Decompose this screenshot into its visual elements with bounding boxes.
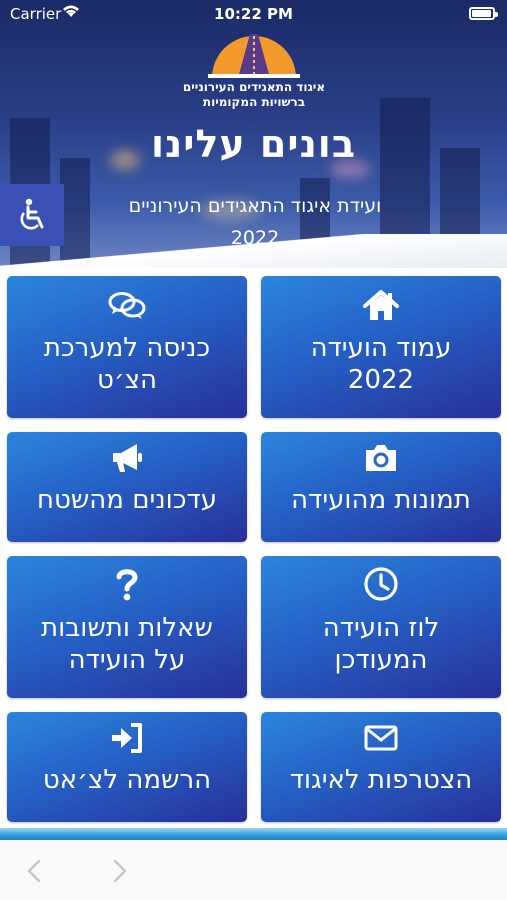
browser-toolbar bbox=[0, 840, 507, 900]
tile-label-line2: המעודכן bbox=[334, 645, 428, 675]
chat-icon bbox=[108, 292, 146, 319]
tile-label-line1: שאלות ותשובות bbox=[41, 613, 213, 643]
menu-grid: עמוד הועידה 2022 כניסה למערכת הצ׳ט תמונו… bbox=[0, 268, 507, 828]
accessibility-button[interactable] bbox=[0, 184, 64, 246]
tile-label-line1: לוז הועידה bbox=[322, 613, 440, 643]
tile-label-line1: הרשמה לצ׳אט bbox=[42, 765, 212, 795]
tile-label-line1: תמונות מהועידה bbox=[291, 485, 471, 515]
back-chevron-icon[interactable] bbox=[22, 858, 48, 884]
tile-chat-registration[interactable]: הרשמה לצ׳אט bbox=[7, 712, 247, 822]
organization-name: איגוד התאגידים העירוניים ברשויות המקומיו… bbox=[150, 80, 358, 110]
tile-updated-schedule[interactable]: לוז הועידה המעודכן bbox=[261, 556, 501, 698]
tile-field-updates[interactable]: עדכונים מהשטח bbox=[7, 432, 247, 542]
battery-icon bbox=[469, 7, 498, 20]
sign-in-icon bbox=[112, 723, 142, 753]
page-subtitle: ועידת איגוד התאגידים העירוניים 2022 bbox=[70, 190, 440, 254]
tile-label-line1: עמוד הועידה bbox=[310, 333, 452, 363]
camera-icon bbox=[366, 445, 396, 471]
subtitle-line1: ועידת איגוד התאגידים העירוניים bbox=[128, 195, 382, 217]
tile-label-line2: הצ׳ט bbox=[96, 365, 158, 395]
tile-conference-page[interactable]: עמוד הועידה 2022 bbox=[261, 276, 501, 418]
tile-label-line1: עדכונים מהשטח bbox=[37, 485, 217, 515]
footer-strip bbox=[0, 828, 507, 840]
subtitle-line2: 2022 bbox=[230, 227, 280, 249]
tile-chat-login[interactable]: כניסה למערכת הצ׳ט bbox=[7, 276, 247, 418]
clock-icon bbox=[364, 567, 398, 601]
tile-label-line2: על הועידה bbox=[68, 645, 186, 675]
organization-logo bbox=[208, 34, 300, 78]
app-screen: Carrier 10:22 PM איגוד התאגידים העירוניי… bbox=[0, 0, 507, 900]
tile-questions-answers[interactable]: שאלות ותשובות על הועידה bbox=[7, 556, 247, 698]
envelope-icon bbox=[364, 725, 398, 751]
page-title: בונים עלינו bbox=[150, 122, 357, 166]
question-icon bbox=[116, 569, 138, 601]
tile-label-line1: הצטרפות לאיגוד bbox=[289, 765, 473, 795]
tile-join-association[interactable]: הצטרפות לאיגוד bbox=[261, 712, 501, 822]
forward-chevron-icon[interactable] bbox=[106, 858, 132, 884]
tile-label-line1: כניסה למערכת bbox=[43, 333, 211, 363]
home-icon bbox=[363, 290, 399, 320]
megaphone-icon bbox=[113, 444, 142, 472]
tile-label-line2: 2022 bbox=[347, 365, 415, 395]
wheelchair-icon bbox=[20, 198, 44, 230]
organization-name-line1: איגוד התאגידים העירוניים bbox=[182, 80, 326, 94]
organization-name-line2: ברשויות המקומיות bbox=[202, 95, 306, 109]
tile-conference-photos[interactable]: תמונות מהועידה bbox=[261, 432, 501, 542]
